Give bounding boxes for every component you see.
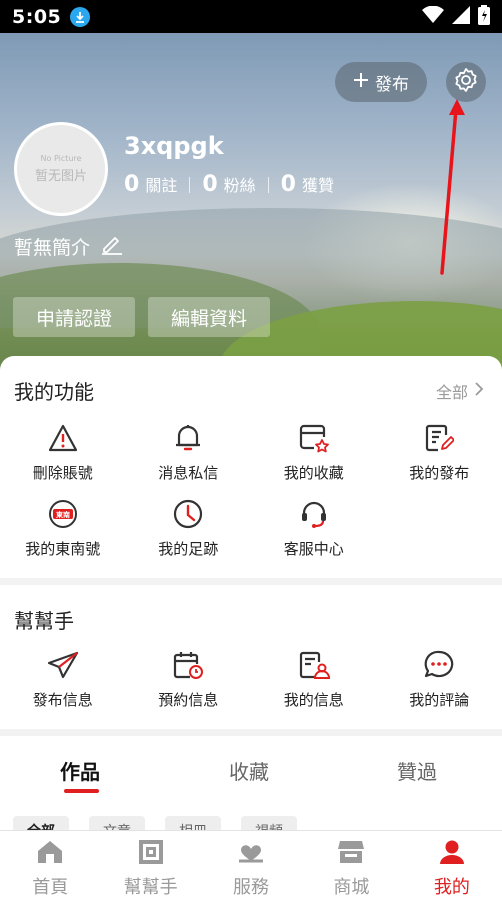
- avatar-placeholder-zh: 暂无图片: [34, 169, 87, 184]
- view-all-label: 全部: [435, 383, 468, 402]
- helper-label: 我的信息: [283, 691, 344, 709]
- stat-number: 0: [202, 172, 218, 197]
- calendar-icon: [172, 649, 204, 681]
- tab-works[interactable]: 作品: [60, 756, 100, 785]
- apply-certification-button[interactable]: 申請認證: [13, 297, 135, 337]
- comment-icon: [423, 649, 455, 681]
- status-time: 5:05: [12, 5, 62, 28]
- helper-card: 幫幫手 發布信息 預約信息 我的信息 我的評論: [0, 585, 502, 729]
- avatar-placeholder-en: No Picture: [40, 154, 82, 163]
- func-history[interactable]: 我的足跡: [126, 498, 252, 559]
- tab-favorites[interactable]: 收藏: [229, 756, 269, 785]
- func-my-posts[interactable]: 我的發布: [377, 422, 502, 483]
- avatar[interactable]: No Picture 暂无图片: [14, 122, 108, 216]
- warning-icon: [48, 422, 78, 454]
- profile-doc-icon: [298, 649, 330, 681]
- helper-my-info[interactable]: 我的信息: [251, 649, 377, 710]
- clock-icon: [173, 498, 203, 530]
- func-label: 我的收藏: [283, 464, 344, 482]
- nav-service[interactable]: 服務: [201, 831, 301, 898]
- func-label: 我的足跡: [158, 540, 219, 558]
- plus-icon: [353, 72, 369, 93]
- profile-stats: 0 關註 0 粉絲 0 獲贊: [124, 172, 334, 197]
- func-label: 消息私信: [158, 464, 219, 482]
- active-tab-indicator: [64, 789, 99, 793]
- nav-label: 商城: [333, 877, 370, 898]
- func-customer-service[interactable]: 客服中心: [251, 498, 377, 559]
- username: 3xqpgk: [124, 132, 224, 160]
- stat-label: 粉絲: [223, 176, 256, 195]
- nav-mine[interactable]: 我的: [402, 831, 502, 898]
- content-tabs-card: 作品 收藏 贊過 全部 文章 相冊 視頻: [0, 736, 502, 844]
- func-label: 我的發布: [409, 464, 470, 482]
- func-label: 刪除賬號: [32, 464, 93, 482]
- nav-label: 首頁: [32, 877, 69, 898]
- signal-icon: [452, 5, 470, 28]
- stat-label: 獲贊: [301, 176, 334, 195]
- bell-icon: [174, 422, 202, 454]
- nav-label: 幫幫手: [123, 877, 178, 898]
- my-functions-card: 我的功能 全部 刪除賬號 消息私信 我的收藏 我的發布 東南 我的東南號 我的足…: [0, 356, 502, 578]
- section-title: 幫幫手: [14, 609, 74, 633]
- svg-text:東南: 東南: [56, 510, 70, 519]
- chevron-right-icon: [474, 381, 484, 401]
- bottom-navigation: 首頁 幫幫手 服務 商城 我的: [0, 830, 502, 898]
- stat-fans[interactable]: 0 粉絲: [202, 172, 255, 197]
- dongnan-icon: 東南: [48, 498, 78, 530]
- stat-likes[interactable]: 0 獲贊: [281, 172, 334, 197]
- functions-row-2: 東南 我的東南號 我的足跡 客服中心: [0, 498, 502, 559]
- divider: [267, 176, 269, 193]
- helper-appointments[interactable]: 預約信息: [126, 649, 252, 710]
- battery-icon: [478, 4, 490, 29]
- helper-label: 發布信息: [32, 691, 93, 709]
- func-favorites[interactable]: 我的收藏: [251, 422, 377, 483]
- status-bar: 5:05: [0, 0, 502, 33]
- download-icon: [70, 6, 91, 27]
- stat-number: 0: [124, 172, 140, 197]
- helper-my-comments[interactable]: 我的評論: [377, 649, 502, 710]
- helper-row: 發布信息 預約信息 我的信息 我的評論: [0, 649, 502, 710]
- helper-icon: [137, 839, 165, 869]
- tab-liked[interactable]: 贊過: [397, 756, 437, 785]
- gear-icon: [453, 67, 479, 97]
- annotation-arrow: [430, 95, 470, 279]
- helper-publish-info[interactable]: 發布信息: [0, 649, 126, 710]
- publish-button[interactable]: 發布: [335, 62, 427, 102]
- nav-home[interactable]: 首頁: [0, 831, 100, 898]
- edit-pencil-icon[interactable]: [100, 232, 124, 261]
- wifi-icon: [422, 5, 444, 28]
- edit-profile-button[interactable]: 編輯資料: [148, 297, 270, 337]
- bio-row[interactable]: 暫無簡介: [14, 232, 124, 261]
- helper-label: 預約信息: [158, 691, 219, 709]
- shop-icon: [337, 839, 365, 869]
- stat-following[interactable]: 0 關註: [124, 172, 177, 197]
- func-my-dongnan[interactable]: 東南 我的東南號: [0, 498, 126, 559]
- func-label: 我的東南號: [25, 540, 101, 558]
- section-title: 我的功能: [14, 380, 94, 404]
- nav-label: 我的: [433, 877, 470, 898]
- publish-button-label: 發布: [375, 74, 409, 95]
- nav-label: 服務: [233, 877, 270, 898]
- headset-icon: [299, 498, 329, 530]
- func-delete-account[interactable]: 刪除賬號: [0, 422, 126, 483]
- home-icon: [36, 839, 64, 869]
- view-all-link[interactable]: 全部: [436, 379, 484, 403]
- nav-helper[interactable]: 幫幫手: [100, 831, 200, 898]
- user-icon: [438, 839, 466, 869]
- publish-edit-icon: [424, 422, 455, 454]
- stat-number: 0: [280, 172, 296, 197]
- func-messages[interactable]: 消息私信: [126, 422, 252, 483]
- stat-label: 關註: [145, 176, 178, 195]
- functions-row-1: 刪除賬號 消息私信 我的收藏 我的發布: [0, 422, 502, 483]
- func-label: 客服中心: [283, 540, 344, 558]
- helper-label: 我的評論: [409, 691, 470, 709]
- nav-shop[interactable]: 商城: [301, 831, 401, 898]
- divider: [189, 176, 191, 193]
- bio-text: 暫無簡介: [14, 237, 91, 259]
- service-icon: [237, 839, 265, 869]
- favorites-icon: [298, 422, 330, 454]
- send-icon: [47, 649, 79, 681]
